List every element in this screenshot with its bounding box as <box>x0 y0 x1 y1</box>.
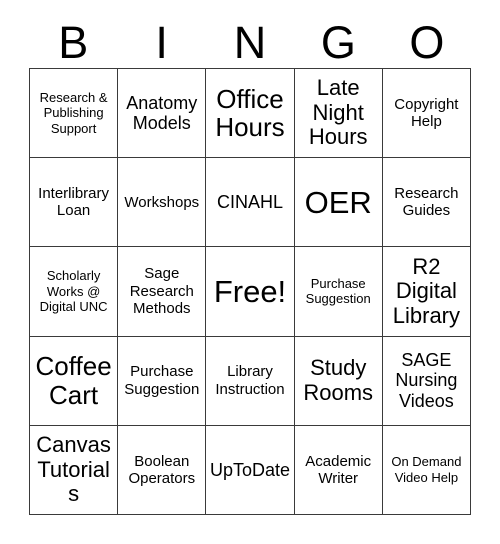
bingo-cell-label: UpToDate <box>209 459 291 480</box>
bingo-cell-label: Free! <box>213 273 287 309</box>
bingo-cell-label: Office Hours <box>215 83 285 143</box>
bingo-cell-label: Late Night Hours <box>308 75 368 150</box>
bingo-cell-label: Study Rooms <box>303 355 374 405</box>
bingo-cell-label: Workshops <box>124 193 200 211</box>
header-letter-b: B <box>58 17 89 68</box>
bingo-cell-label: OER <box>304 184 372 220</box>
bingo-cell[interactable]: Purchase Suggestion <box>118 336 207 426</box>
header-letter-i: I <box>155 17 168 68</box>
bingo-cell[interactable]: SAGE Nursing Videos <box>382 336 471 426</box>
bingo-cell-label: On Demand Video Help <box>391 454 462 485</box>
bingo-grid: Research & Publishing Support Anatomy Mod… <box>29 68 471 515</box>
bingo-cell-label: Interlibrary Loan <box>38 184 110 220</box>
bingo-cell[interactable]: CINAHL <box>206 158 295 248</box>
bingo-cell-label: Research & Publishing Support <box>39 89 108 136</box>
bingo-cell[interactable]: Scholarly Works @ Digital UNC <box>30 247 119 337</box>
bingo-cell-label: Boolean Operators <box>128 452 196 487</box>
bingo-cell[interactable]: R2 Digital Library <box>382 247 471 337</box>
bingo-cell-label: Library Instruction <box>215 363 285 398</box>
bingo-cell-label: Purchase Suggestion <box>124 363 200 398</box>
bingo-cell-label: Purchase Suggestion <box>305 275 371 307</box>
header-letter-n: N <box>233 17 267 68</box>
bingo-cell[interactable]: Study Rooms <box>294 336 383 426</box>
bingo-free-space[interactable]: Free! <box>206 247 295 337</box>
bingo-cell[interactable]: Office Hours <box>206 69 295 159</box>
bingo-cell[interactable]: Research & Publishing Support <box>30 69 119 159</box>
bingo-cell[interactable]: Interlibrary Loan <box>30 158 119 248</box>
bingo-cell[interactable]: Canvas Tutorials <box>30 425 119 515</box>
bingo-cell[interactable]: Anatomy Models <box>118 69 207 159</box>
bingo-cell[interactable]: UpToDate <box>206 425 295 515</box>
bingo-cell-label: CINAHL <box>216 192 283 213</box>
bingo-cell-label: SAGE Nursing Videos <box>395 349 458 411</box>
bingo-cell-label: Anatomy Models <box>126 92 198 134</box>
bingo-cell[interactable]: Coffee Cart <box>30 336 119 426</box>
bingo-cell-label: Research Guides <box>394 184 459 220</box>
bingo-cell[interactable]: Boolean Operators <box>118 425 207 515</box>
header-letter-g: G <box>320 17 356 68</box>
header-letter-o: O <box>409 17 445 68</box>
bingo-cell-label: Coffee Cart <box>35 351 112 410</box>
bingo-cell[interactable]: Copyright Help <box>382 69 471 159</box>
bingo-cell[interactable]: Library Instruction <box>206 336 295 426</box>
bingo-cell-label: Sage Research Methods <box>129 265 194 318</box>
bingo-cell-label: Scholarly Works @ Digital UNC <box>39 268 108 315</box>
bingo-cell-label: R2 Digital Library <box>392 253 461 328</box>
bingo-cell-label: Academic Writer <box>305 452 372 487</box>
bingo-cell[interactable]: Late Night Hours <box>294 69 383 159</box>
bingo-cell[interactable]: Research Guides <box>382 158 471 248</box>
bingo-cell[interactable]: OER <box>294 158 383 248</box>
bingo-cell[interactable]: Sage Research Methods <box>118 247 207 337</box>
bingo-card: B I N G O Research & Publishing Support A… <box>0 0 500 544</box>
bingo-cell-label: Copyright Help <box>394 95 459 131</box>
bingo-header: B I N G O <box>29 18 471 68</box>
bingo-cell-label: Canvas Tutorials <box>36 431 111 507</box>
bingo-cell[interactable]: Purchase Suggestion <box>294 247 383 337</box>
bingo-cell[interactable]: Workshops <box>118 158 207 248</box>
bingo-cell[interactable]: Academic Writer <box>294 425 383 515</box>
bingo-cell[interactable]: On Demand Video Help <box>382 425 471 515</box>
